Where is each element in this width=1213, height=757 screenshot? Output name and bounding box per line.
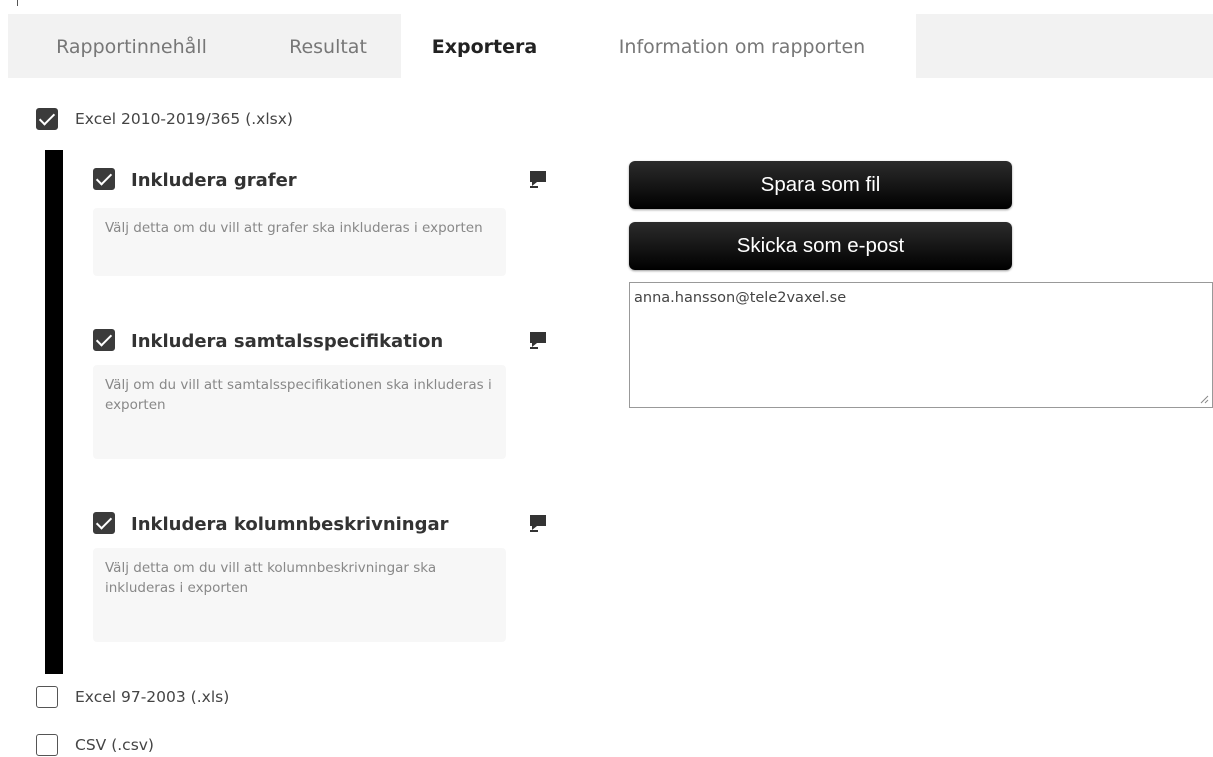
include-charts-label: Inkludera grafer	[131, 170, 297, 191]
top-edge	[0, 0, 1213, 14]
csv-label: CSV (.csv)	[75, 736, 154, 754]
comment-icon[interactable]	[529, 331, 547, 349]
include-column-desc-label: Inkludera kolumnbeskrivningar	[131, 514, 449, 535]
include-call-spec-checkbox[interactable]	[93, 329, 115, 351]
tab-resultat[interactable]: Resultat	[255, 14, 401, 78]
email-field[interactable]: anna.hansson@tele2vaxel.se	[629, 282, 1213, 408]
tab-exportera[interactable]: Exportera	[401, 14, 568, 78]
comment-icon[interactable]	[529, 170, 547, 188]
tab-information[interactable]: Information om rapporten	[568, 14, 916, 78]
include-column-desc-checkbox[interactable]	[93, 512, 115, 534]
xlsx-label: Excel 2010-2019/365 (.xlsx)	[75, 110, 293, 128]
tab-rapportinnehall[interactable]: Rapportinnehåll	[8, 14, 255, 78]
email-field-value: anna.hansson@tele2vaxel.se	[634, 290, 847, 306]
comment-icon[interactable]	[529, 514, 547, 532]
include-call-spec-description: Välj om du vill att samtalsspecifikation…	[93, 365, 506, 459]
xlsx-options-bar	[45, 150, 63, 674]
text-cursor	[17, 0, 18, 6]
include-call-spec-label: Inkludera samtalsspecifikation	[131, 331, 444, 352]
csv-checkbox[interactable]	[36, 734, 58, 756]
include-column-desc-description: Välj detta om du vill att kolumnbeskrivn…	[93, 548, 506, 642]
resize-handle-icon[interactable]	[1199, 394, 1209, 404]
xlsx-checkbox[interactable]	[36, 108, 58, 130]
include-charts-checkbox[interactable]	[93, 168, 115, 190]
send-as-email-button[interactable]: Skicka som e-post	[629, 222, 1012, 270]
tab-bar: Rapportinnehåll Resultat Exportera Infor…	[8, 14, 1213, 78]
save-as-file-button[interactable]: Spara som fil	[629, 161, 1012, 209]
include-charts-description: Välj detta om du vill att grafer ska ink…	[93, 208, 506, 276]
xls-checkbox[interactable]	[36, 686, 58, 708]
xls-label: Excel 97-2003 (.xls)	[75, 688, 230, 706]
